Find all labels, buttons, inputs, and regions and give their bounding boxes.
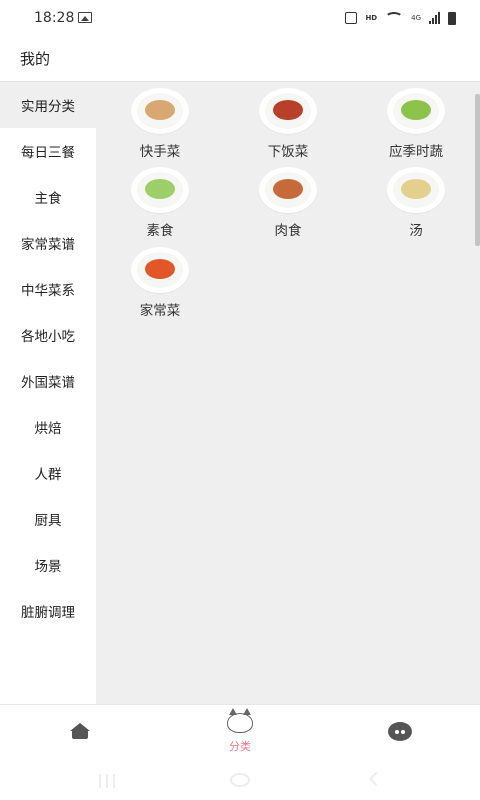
sidebar-item-kitchenware[interactable]: 厨具 <box>0 496 96 542</box>
category-grid: 快手菜 下饭菜 应季时蔬 素食 肉食 汤 家常菜 <box>96 82 480 704</box>
category-quick-dishes[interactable]: 快手菜 <box>112 88 208 160</box>
category-label: 家常菜 <box>139 303 181 319</box>
page-title: 我的 <box>20 50 51 68</box>
dish-braised-meat-icon <box>259 88 317 134</box>
dish-soup-icon <box>387 167 445 213</box>
tab-category-label: 分类 <box>229 740 251 753</box>
dish-cucumber-icon <box>131 167 189 213</box>
dish-noodles-icon <box>131 88 189 134</box>
tab-category[interactable]: 分类 <box>200 705 280 763</box>
back-icon[interactable] <box>368 771 384 787</box>
home-button-icon[interactable] <box>230 773 250 787</box>
bottom-tab-bar: 分类 <box>0 704 480 762</box>
status-icons: HD 4G <box>345 9 456 27</box>
image-notification-icon <box>78 12 92 23</box>
category-home-style[interactable]: 家常菜 <box>112 247 208 319</box>
status-time: 18:28 <box>34 10 75 26</box>
message-icon <box>388 722 412 741</box>
category-soup[interactable]: 汤 <box>368 167 464 239</box>
battery-icon <box>448 11 456 25</box>
sidebar-item-staple-food[interactable]: 主食 <box>0 174 96 220</box>
sidebar-item-baking[interactable]: 烘焙 <box>0 404 96 450</box>
sidebar-item-local-snacks[interactable]: 各地小吃 <box>0 312 96 358</box>
sidebar-item-organ-care[interactable]: 脏腑调理 <box>0 588 96 634</box>
sidebar-item-scenes[interactable]: 场景 <box>0 542 96 588</box>
cat-icon <box>227 708 253 733</box>
sidebar-item-practical[interactable]: 实用分类 <box>0 82 96 128</box>
sidebar-item-foreign-recipes[interactable]: 外国菜谱 <box>0 358 96 404</box>
category-meat[interactable]: 肉食 <box>240 167 336 239</box>
app-header: 我的 <box>0 36 480 82</box>
signal-icon <box>429 12 440 24</box>
vibrate-icon <box>345 12 358 24</box>
category-label: 汤 <box>409 223 423 239</box>
status-bar: 18:28 HD 4G <box>0 0 480 36</box>
wifi-icon <box>385 12 404 24</box>
category-label: 应季时蔬 <box>389 144 443 160</box>
category-label: 肉食 <box>274 223 302 239</box>
system-nav-bar <box>0 762 480 800</box>
sidebar-item-daily-meals[interactable]: 每日三餐 <box>0 128 96 174</box>
category-rice-dishes[interactable]: 下饭菜 <box>240 88 336 160</box>
sidebar-item-chinese-cuisine[interactable]: 中华菜系 <box>0 266 96 312</box>
sidebar-item-home-recipes[interactable]: 家常菜谱 <box>0 220 96 266</box>
tab-home[interactable] <box>40 705 120 763</box>
category-label: 素食 <box>146 223 174 239</box>
tab-messages[interactable] <box>360 705 440 763</box>
category-seasonal-vegetables[interactable]: 应季时蔬 <box>368 88 464 160</box>
scrollbar-thumb[interactable] <box>475 94 480 246</box>
hd-label: HD <box>365 14 378 22</box>
category-sidebar: 实用分类 每日三餐 主食 家常菜谱 中华菜系 各地小吃 外国菜谱 烘焙 人群 厨… <box>0 82 96 704</box>
dish-tomato-egg-icon <box>131 247 189 293</box>
home-icon <box>70 723 90 739</box>
category-label: 下饭菜 <box>267 144 309 160</box>
recents-icon[interactable] <box>99 774 115 788</box>
network-type-label: 4G <box>411 13 421 22</box>
dish-meat-icon <box>259 167 317 213</box>
category-label: 快手菜 <box>139 144 181 160</box>
sidebar-item-people[interactable]: 人群 <box>0 450 96 496</box>
category-vegetarian[interactable]: 素食 <box>112 167 208 239</box>
dish-greens-icon <box>387 88 445 134</box>
